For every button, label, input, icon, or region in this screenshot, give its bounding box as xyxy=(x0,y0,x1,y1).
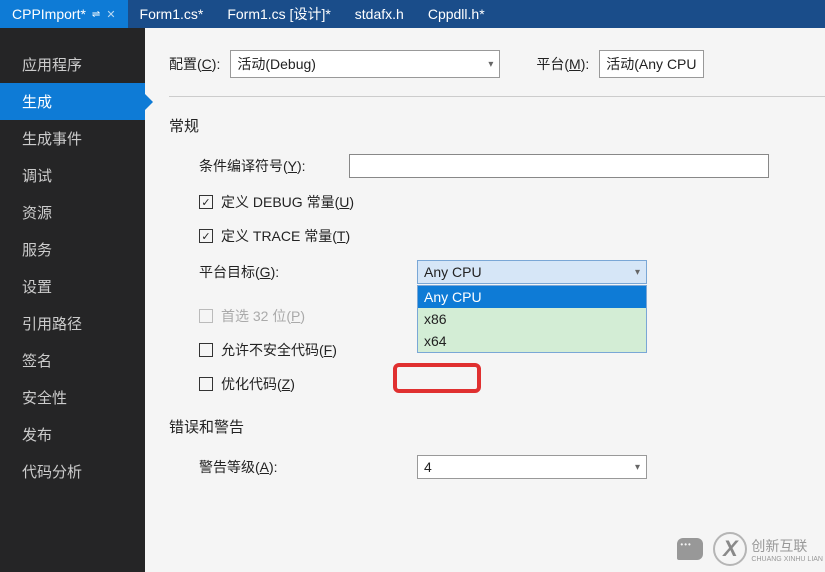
sidebar-item-code-analysis[interactable]: 代码分析 xyxy=(0,453,145,490)
warning-level-select[interactable]: 4 ▾ xyxy=(417,455,647,479)
platform-target-dropdown: Any CPU x86 x64 xyxy=(417,285,647,353)
sidebar-item-signing[interactable]: 签名 xyxy=(0,342,145,379)
warning-level-label: 警告等级(A): xyxy=(199,457,349,477)
sidebar-item-security[interactable]: 安全性 xyxy=(0,379,145,416)
sidebar-item-reference-paths[interactable]: 引用路径 xyxy=(0,305,145,342)
wechat-icon xyxy=(677,538,703,560)
tab-label: Cppdll.h* xyxy=(428,6,485,22)
sidebar-item-publish[interactable]: 发布 xyxy=(0,416,145,453)
dropdown-option-anycpu[interactable]: Any CPU xyxy=(418,286,646,308)
tab-form1-cs[interactable]: Form1.cs* xyxy=(128,0,216,28)
sidebar-item-settings[interactable]: 设置 xyxy=(0,268,145,305)
tab-label: stdafx.h xyxy=(355,6,404,22)
watermark-sub: CHUANG XINHU LIAN xyxy=(751,556,823,563)
warning-level-value: 4 xyxy=(424,459,432,475)
chevron-down-icon: ▾ xyxy=(635,267,640,278)
chevron-down-icon: ▾ xyxy=(635,462,640,473)
define-trace-checkbox[interactable] xyxy=(199,229,213,243)
configuration-value: 活动(Debug) xyxy=(237,54,316,74)
watermark-brand: 创新互联 xyxy=(751,536,823,556)
divider xyxy=(169,96,825,97)
conditional-symbols-input[interactable] xyxy=(349,154,769,178)
document-tabs: CPPImport* ⇌ ✕ Form1.cs* Form1.cs [设计]* … xyxy=(0,0,825,28)
properties-sidebar: 应用程序 生成 生成事件 调试 资源 服务 设置 引用路径 签名 安全性 发布 … xyxy=(0,28,145,572)
platform-label: 平台(M): xyxy=(536,54,589,74)
allow-unsafe-checkbox[interactable] xyxy=(199,343,213,357)
tab-form1-designer[interactable]: Form1.cs [设计]* xyxy=(215,0,342,28)
configuration-select[interactable]: 活动(Debug) ▾ xyxy=(230,50,500,78)
sidebar-item-build[interactable]: 生成 xyxy=(0,83,145,120)
section-errors-warnings: 错误和警告 xyxy=(169,416,825,437)
tab-label: CPPImport* xyxy=(12,6,86,22)
define-debug-checkbox[interactable] xyxy=(199,195,213,209)
optimize-code-checkbox[interactable] xyxy=(199,377,213,391)
define-debug-label: 定义 DEBUG 常量(U) xyxy=(221,192,354,212)
define-trace-label: 定义 TRACE 常量(T) xyxy=(221,226,350,246)
tab-cppdll[interactable]: Cppdll.h* xyxy=(416,0,497,28)
platform-value: 活动(Any CPU xyxy=(606,54,696,74)
platform-target-value: Any CPU xyxy=(424,264,482,280)
sidebar-item-build-events[interactable]: 生成事件 xyxy=(0,120,145,157)
allow-unsafe-label: 允许不安全代码(F) xyxy=(221,340,337,360)
dropdown-option-x64[interactable]: x64 xyxy=(418,330,646,352)
section-general: 常规 xyxy=(169,115,825,136)
prefer-32bit-label: 首选 32 位(P) xyxy=(221,306,305,326)
optimize-code-label: 优化代码(Z) xyxy=(221,374,295,394)
dropdown-option-x86[interactable]: x86 xyxy=(418,308,646,330)
build-panel: 配置(C): 活动(Debug) ▾ 平台(M): 活动(Any CPU 常规 … xyxy=(145,28,825,572)
tab-label: Form1.cs* xyxy=(140,6,204,22)
sidebar-item-application[interactable]: 应用程序 xyxy=(0,46,145,83)
tab-cppimport[interactable]: CPPImport* ⇌ ✕ xyxy=(0,0,128,28)
pin-icon[interactable]: ⇌ xyxy=(92,9,100,20)
platform-target-label: 平台目标(G): xyxy=(199,262,349,282)
chevron-down-icon: ▾ xyxy=(488,59,493,70)
watermark: 纷 X 创新互联 CHUANG XINHU LIAN xyxy=(677,532,823,566)
configuration-label: 配置(C): xyxy=(169,54,220,74)
platform-select[interactable]: 活动(Any CPU xyxy=(599,50,703,78)
watermark-logo-icon: X xyxy=(713,532,747,566)
platform-target-select[interactable]: Any CPU ▾ xyxy=(417,260,647,284)
close-icon[interactable]: ✕ xyxy=(106,8,115,21)
conditional-symbols-label: 条件编译符号(Y): xyxy=(199,156,339,176)
sidebar-item-services[interactable]: 服务 xyxy=(0,231,145,268)
tab-stdafx[interactable]: stdafx.h xyxy=(343,0,416,28)
prefer-32bit-checkbox xyxy=(199,309,213,323)
sidebar-item-resources[interactable]: 资源 xyxy=(0,194,145,231)
tab-label: Form1.cs [设计]* xyxy=(227,4,330,24)
sidebar-item-debug[interactable]: 调试 xyxy=(0,157,145,194)
